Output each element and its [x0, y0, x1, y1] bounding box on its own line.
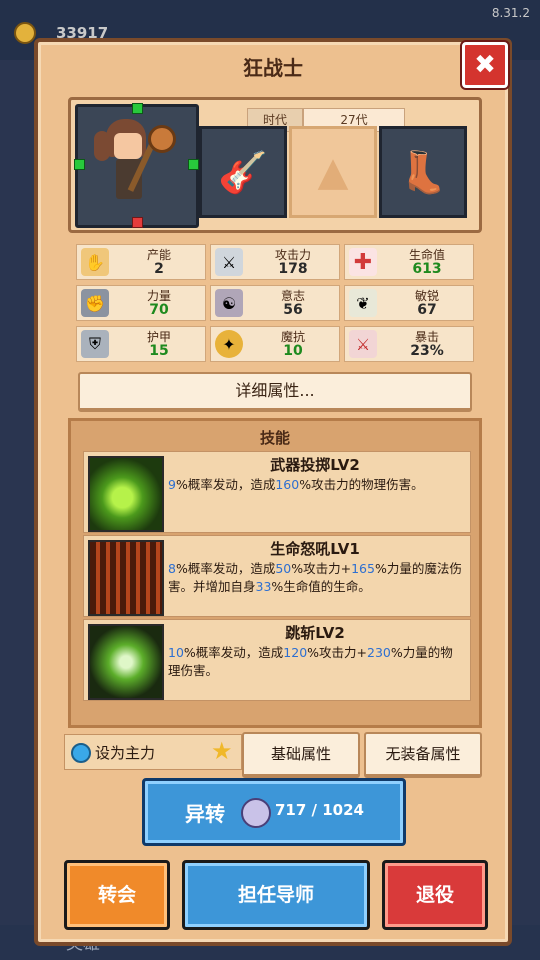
- armor-slot-empty[interactable]: ▲: [289, 126, 377, 218]
- mentor-button[interactable]: 担任导师: [182, 860, 370, 930]
- retire-button[interactable]: 退役: [382, 860, 488, 930]
- stat-sharpness: ❦ 敏锐 67: [344, 285, 474, 321]
- guitar-weapon-icon: [148, 125, 176, 153]
- skill-name: 跳斩LV2: [285, 624, 345, 642]
- no-gear-attributes-button[interactable]: 无装备属性: [364, 732, 482, 778]
- guitar-icon: 🎸: [218, 149, 268, 196]
- leap-slash-skill-icon: [88, 624, 164, 700]
- skill-description: 8%概率发动，造成50%攻击力+165%力量的魔法伤害。并增加自身33%生命值的…: [168, 561, 462, 594]
- resize-handle-bottom: [132, 217, 143, 228]
- stat-crit: ⚔ 暴击 23%: [344, 326, 474, 362]
- stat-production: ✋ 产能 2: [76, 244, 206, 280]
- hero-detail-panel: 狂战士 ✖ 时代 27代 🎸 ▲ 👢 ✋ 产能 2 ⚔ 攻击力 178 ✚ 生命…: [34, 38, 512, 946]
- life-roar-skill-icon: [88, 540, 164, 616]
- hero-portrait-box: 时代 27代 🎸 ▲ 👢: [68, 97, 482, 233]
- close-button[interactable]: ✖: [462, 42, 508, 88]
- gold-coin-icon: [14, 22, 36, 44]
- hand-icon: ✋: [81, 248, 109, 276]
- resize-handle-left: [74, 159, 85, 170]
- basic-attributes-button[interactable]: 基础属性: [242, 732, 360, 778]
- armor-placeholder-icon: ▲: [317, 149, 349, 195]
- shield-icon: ⛨: [81, 330, 109, 358]
- transfer-button[interactable]: 转会: [64, 860, 170, 930]
- skill-name: 武器投掷LV2: [270, 456, 360, 474]
- hero-face: [114, 133, 142, 159]
- detailed-attributes-button[interactable]: 详细属性...: [78, 372, 472, 412]
- hero-class-title: 狂战士: [243, 56, 303, 80]
- boots-icon: 👢: [398, 149, 448, 196]
- meditate-icon: ☯: [215, 289, 243, 317]
- weapon-slot[interactable]: 🎸: [199, 126, 287, 218]
- resize-handle-top: [132, 103, 143, 114]
- skill-description: 10%概率发动，造成120%攻击力+230%力量的物理伤害。: [168, 645, 453, 678]
- set-main-toggle[interactable]: 设为主力 ★: [64, 734, 242, 770]
- stat-will: ☯ 意志 56: [210, 285, 340, 321]
- set-main-label: 设为主力: [95, 744, 156, 762]
- crystal-gem-icon: [241, 798, 271, 828]
- magic-shield-icon: ✦: [215, 330, 243, 358]
- skill-card[interactable]: 生命怒吼LV1 8%概率发动，造成50%攻击力+165%力量的魔法伤害。并增加自…: [83, 535, 471, 617]
- close-x-icon: ✖: [474, 50, 496, 80]
- crossed-swords-icon: ⚔: [349, 330, 377, 358]
- skill-card[interactable]: 跳斩LV2 10%概率发动，造成120%攻击力+230%力量的物理伤害。: [83, 619, 471, 701]
- radio-dot-icon: [71, 743, 91, 763]
- stat-magic-resist: ✦ 魔抗 10: [210, 326, 340, 362]
- stat-attack: ⚔ 攻击力 178: [210, 244, 340, 280]
- skill-name: 生命怒吼LV1: [270, 540, 360, 558]
- transform-button[interactable]: 异转 717 / 1024: [142, 778, 406, 846]
- transform-count: 717 / 1024: [275, 801, 364, 819]
- sword-icon: ⚔: [215, 248, 243, 276]
- stat-strength: ✊ 力量 70: [76, 285, 206, 321]
- wing-icon: ❦: [349, 289, 377, 317]
- star-icon: ★: [211, 737, 233, 765]
- skills-section: 技能 武器投掷LV2 9%概率发动，造成160%攻击力的物理伤害。 生命怒吼LV…: [68, 418, 482, 728]
- hero-portrait[interactable]: [74, 103, 199, 228]
- fist-icon: ✊: [81, 289, 109, 317]
- transform-label: 异转: [185, 802, 225, 826]
- skills-title: 技能: [259, 429, 290, 447]
- weapon-throw-skill-icon: [88, 456, 164, 532]
- stat-armor: ⛨ 护甲 15: [76, 326, 206, 362]
- skill-card[interactable]: 武器投掷LV2 9%概率发动，造成160%攻击力的物理伤害。: [83, 451, 471, 533]
- boots-slot[interactable]: 👢: [379, 126, 467, 218]
- health-cross-icon: ✚: [349, 248, 377, 276]
- stat-health: ✚ 生命值 613: [344, 244, 474, 280]
- resize-handle-right: [188, 159, 199, 170]
- version-label: 8.31.2: [491, 6, 530, 20]
- skill-description: 9%概率发动，造成160%攻击力的物理伤害。: [168, 477, 424, 492]
